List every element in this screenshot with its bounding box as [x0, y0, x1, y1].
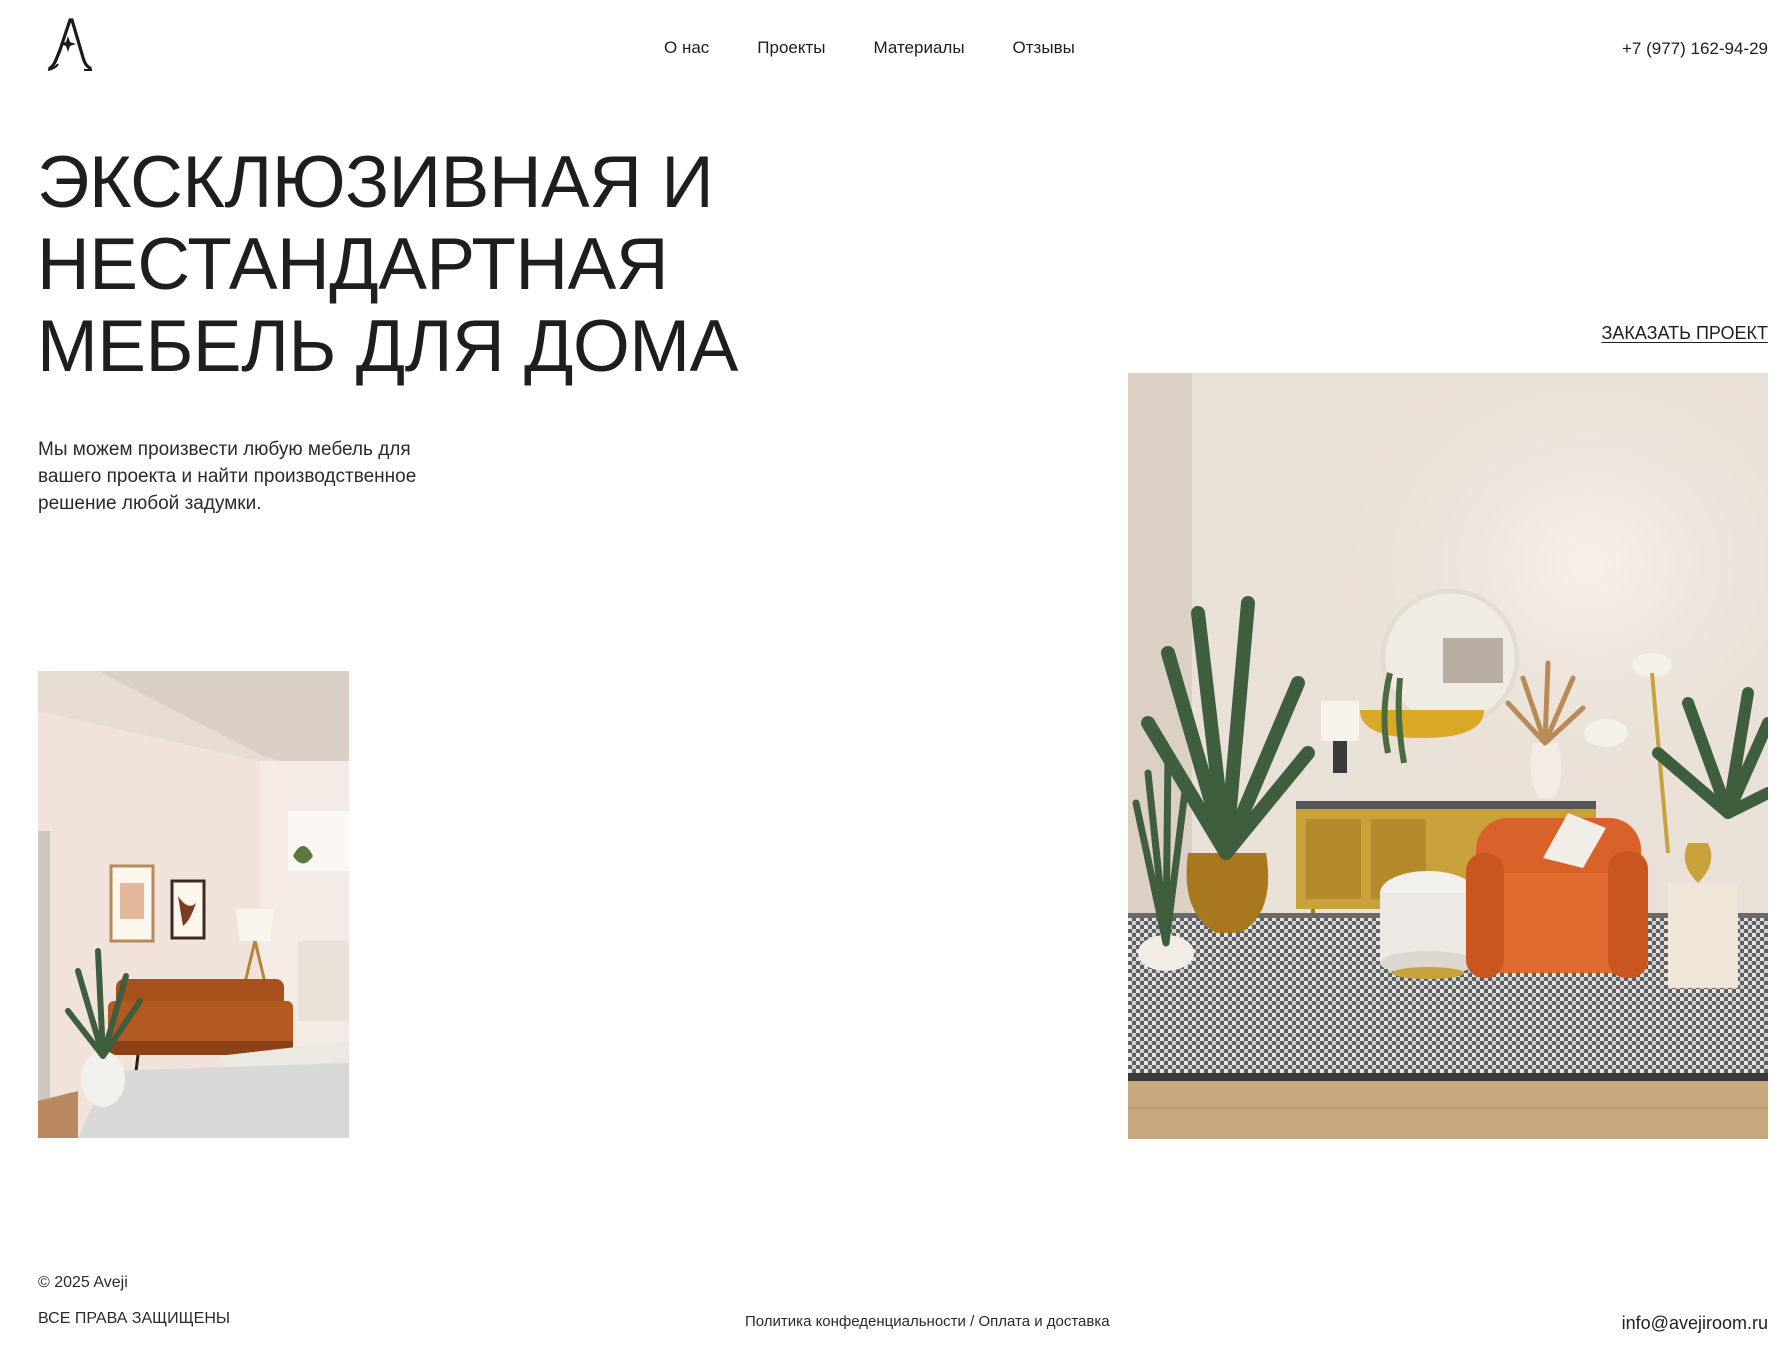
- policy-links: Политика конфеденциальности / Оплата и д…: [745, 1313, 1110, 1330]
- nav-reviews[interactable]: Отзывы: [1013, 38, 1075, 58]
- hero-description-line-2: вашего проекта и найти производственное: [38, 466, 417, 487]
- nav-materials[interactable]: Материалы: [874, 38, 965, 58]
- order-project-link[interactable]: ЗАКАЗАТЬ ПРОЕКТ: [1602, 323, 1768, 344]
- hero-description-line-1: Мы можем произвести любую мебель для: [38, 439, 411, 460]
- phone-link[interactable]: +7 (977) 162-94-29: [1622, 39, 1768, 59]
- copyright-text: © 2025 Aveji: [38, 1274, 128, 1291]
- site-header: О нас Проекты Материалы Отзывы +7 (977) …: [0, 0, 1788, 100]
- logo-icon: [47, 18, 92, 71]
- privacy-policy-link[interactable]: Политика конфеденциальности: [745, 1313, 966, 1330]
- hero-title-line-1: ЭКСКЛЮЗИВНАЯ И: [37, 142, 714, 223]
- rights-text: ВСЕ ПРАВА ЗАЩИЩЕНЫ: [38, 1310, 231, 1327]
- email-link[interactable]: info@avejiroom.ru: [1622, 1313, 1768, 1334]
- logo[interactable]: [44, 14, 94, 72]
- hero-title: ЭКСКЛЮЗИВНАЯ И НЕСТАНДАРТНАЯ МЕБЕЛЬ ДЛЯ …: [37, 142, 797, 388]
- payment-delivery-link[interactable]: Оплата и доставка: [978, 1313, 1109, 1330]
- nav-projects[interactable]: Проекты: [757, 38, 825, 58]
- nav-about[interactable]: О нас: [664, 38, 709, 58]
- site-footer: © 2025 Aveji ВСЕ ПРАВА ЗАЩИЩЕНЫ Политика…: [0, 1260, 1788, 1350]
- hero-description: Мы можем произвести любую мебель для ваш…: [38, 436, 448, 517]
- hero-description-line-3: решение любой задумки.: [38, 493, 262, 514]
- living-room-armchair-photo: [1128, 373, 1768, 1139]
- hero-title-line-2: НЕСТАНДАРТНАЯ: [37, 224, 669, 305]
- hero-title-line-3: МЕБЕЛЬ ДЛЯ ДОМА: [37, 306, 738, 387]
- policy-separator: /: [965, 1313, 979, 1330]
- living-room-sofa-photo: [38, 671, 349, 1138]
- main-nav: О нас Проекты Материалы Отзывы: [664, 38, 1075, 58]
